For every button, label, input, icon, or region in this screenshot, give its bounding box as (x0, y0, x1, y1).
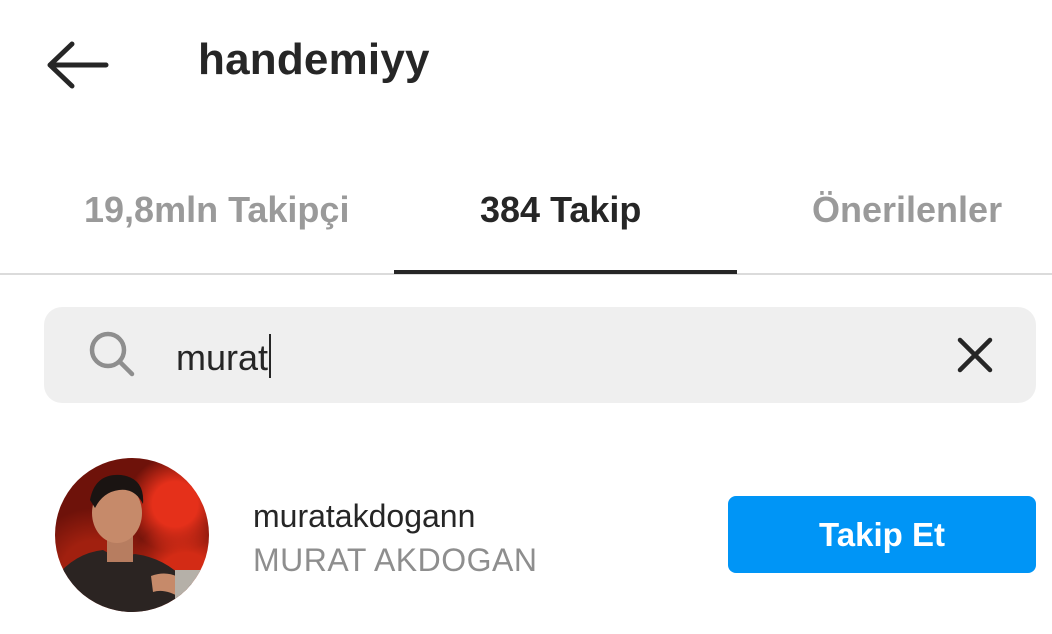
follow-button[interactable]: Takip Et (728, 496, 1036, 573)
search-icon (89, 331, 135, 377)
search-input[interactable]: murat (176, 334, 272, 380)
avatar-photo (55, 474, 209, 612)
tab-suggested[interactable]: Önerilenler (812, 188, 1002, 232)
search-input-value: murat (176, 337, 269, 378)
text-cursor (269, 334, 272, 378)
active-tab-indicator (394, 270, 737, 274)
page-title: handemiyy (198, 35, 430, 84)
result-full-name: MURAT AKDOGAN (253, 542, 538, 578)
back-button[interactable] (40, 36, 114, 94)
tab-followers[interactable]: 19,8mln Takipçi (84, 188, 349, 232)
top-bar: handemiyy (0, 0, 1052, 125)
close-icon[interactable] (952, 332, 998, 378)
tab-following[interactable]: 384 Takip (480, 188, 641, 232)
tab-bar: 19,8mln Takipçi 384 Takip Önerilenler (0, 170, 1052, 276)
following-page: handemiyy 19,8mln Takipçi 384 Takip Öner… (0, 0, 1052, 634)
avatar[interactable] (55, 458, 209, 612)
arrow-left-icon (47, 41, 109, 89)
result-username[interactable]: muratakdogann (253, 496, 475, 536)
